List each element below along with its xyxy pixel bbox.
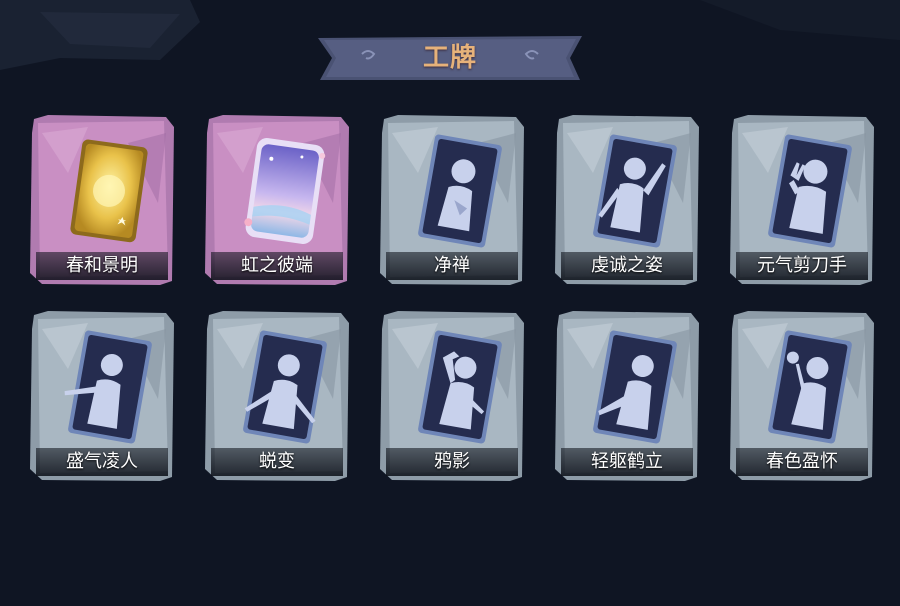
- silhouette-arms-open-icon: [243, 330, 327, 444]
- silhouette-crane-pose-icon: [593, 330, 677, 444]
- badge-card-zen[interactable]: 净禅: [378, 113, 526, 286]
- silhouette-peace-sign-icon: [768, 134, 852, 248]
- badge-card-arrogant[interactable]: 盛气凌人: [28, 309, 176, 482]
- badge-card-crow-shadow[interactable]: 鸦影: [378, 309, 526, 482]
- page-title: 工牌: [422, 43, 477, 73]
- badge-card-peace[interactable]: 元气剪刀手: [728, 113, 876, 286]
- badge-label: 元气剪刀手: [757, 255, 847, 276]
- title-banner: 工牌: [318, 34, 582, 82]
- badge-label: 净禅: [434, 255, 470, 276]
- rainbow-card-icon: [244, 138, 326, 244]
- badge-card-crane[interactable]: 轻躯鹤立: [553, 309, 701, 482]
- silhouette-pointing-icon: [64, 330, 152, 444]
- golden-card-icon: [70, 139, 148, 243]
- badge-card-devotion[interactable]: 虔诚之姿: [553, 113, 701, 286]
- badge-label: 虔诚之姿: [591, 255, 663, 276]
- badge-card-spring[interactable]: 春和景明: [28, 113, 176, 286]
- badge-label: 鸦影: [434, 451, 470, 472]
- badge-label: 蜕变: [259, 451, 295, 472]
- badge-grid: 春和景明 虹之彼端 净禅 虔诚之姿 元气剪刀手 盛气凌人 蜕变 鸦影 轻躯鹤立 …: [28, 113, 874, 482]
- badge-label: 盛气凌人: [66, 451, 138, 472]
- badge-label: 虹之彼端: [241, 255, 313, 276]
- silhouette-hand-head-icon: [418, 330, 502, 444]
- badge-card-spring-color[interactable]: 春色盈怀: [728, 309, 876, 482]
- silhouette-flower-icon: [768, 330, 852, 444]
- silhouette-hand-chest-icon: [418, 134, 502, 248]
- badge-card-metamorphosis[interactable]: 蜕变: [203, 309, 351, 482]
- badge-label: 轻躯鹤立: [591, 451, 663, 472]
- silhouette-arm-raised-icon: [593, 134, 677, 248]
- badge-card-rainbow[interactable]: 虹之彼端: [203, 113, 351, 286]
- badge-label: 春和景明: [66, 255, 138, 276]
- badge-label: 春色盈怀: [766, 451, 838, 472]
